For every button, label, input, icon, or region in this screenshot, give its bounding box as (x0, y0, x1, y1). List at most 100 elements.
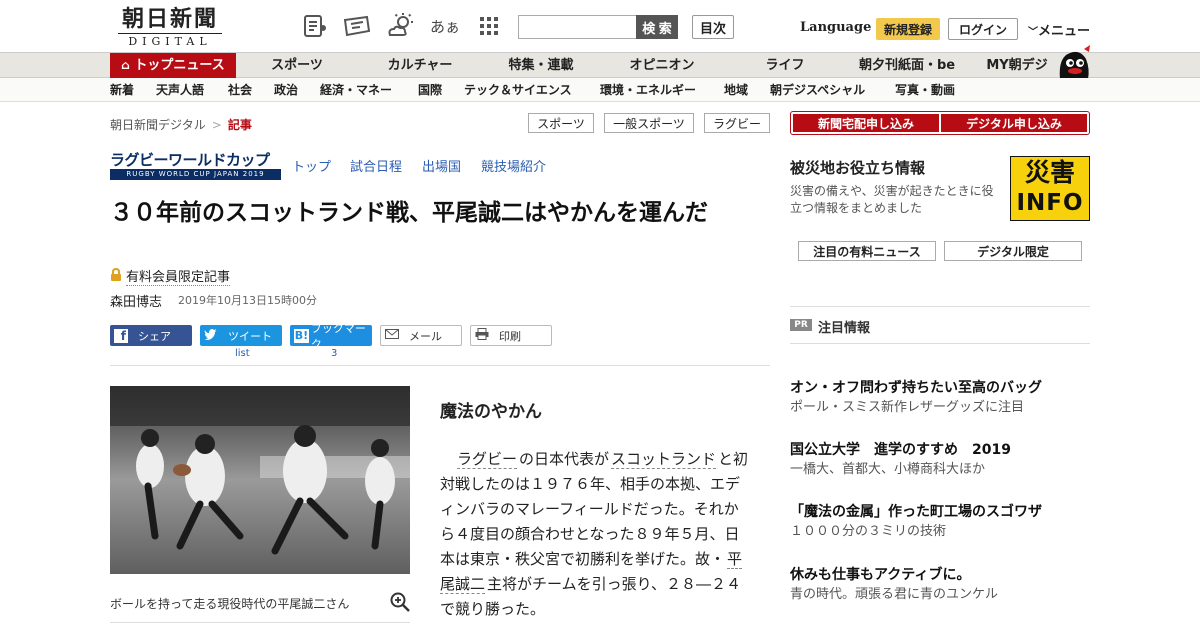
body-text-1: の日本代表が (519, 450, 610, 468)
rwc-link-countries[interactable]: 出場国 (422, 156, 461, 175)
table-of-contents-button[interactable]: 目次 (692, 15, 734, 39)
breadcrumb-current: 記事 (227, 118, 252, 132)
subscribe-digital-button[interactable]: デジタル申し込み (941, 114, 1087, 132)
nav-my-asadigi[interactable]: MY朝デジ (980, 53, 1054, 78)
weather-icon[interactable] (386, 12, 416, 40)
featured-item-subtitle: 青の時代。頑張る君に青のユンケル (790, 587, 999, 602)
primary-nav: ⌂ トップニュース スポーツ カルチャー 特集・連載 オピニオン ライフ 朝夕刊… (0, 45, 1200, 79)
rwc-link-schedule[interactable]: 試合日程 (350, 156, 402, 175)
divider (110, 365, 770, 366)
mascot-icon[interactable] (1056, 45, 1092, 79)
rwc-link-top[interactable]: トップ (292, 156, 331, 175)
digital-only-button[interactable]: デジタル限定 (944, 241, 1082, 261)
featured-item-title: 国公立大学 進学のすすめ 2019 (790, 442, 1011, 458)
featured-item-title: 休みも仕事もアクティブに。 (790, 567, 971, 583)
nav-culture[interactable]: カルチャー (380, 53, 460, 78)
language-link[interactable]: Language (800, 20, 871, 35)
nav2-society[interactable]: 社会 (228, 78, 252, 102)
twitter-list-link[interactable]: list (235, 348, 250, 359)
article-photo[interactable] (110, 386, 410, 574)
nav2-politics[interactable]: 政治 (274, 78, 298, 102)
zoom-in-icon[interactable] (390, 592, 410, 612)
nav-label: トップニュース (134, 58, 225, 73)
facebook-share-label: シェア (138, 329, 171, 343)
article-datetime: 2019年10月13日15時00分 (178, 294, 317, 307)
nav2-economy[interactable]: 経済・マネー (320, 78, 392, 102)
asahi-digital-logo[interactable]: 朝日新聞 DIGITAL (110, 6, 230, 48)
secondary-nav: 新着 天声人語 社会 政治 経済・マネー 国際 テック＆サイエンス 環境・エネル… (0, 78, 1200, 102)
login-button[interactable]: ログイン (948, 18, 1018, 40)
lock-icon (110, 267, 122, 285)
nav-sports[interactable]: スポーツ (262, 53, 332, 78)
featured-item-subtitle: １０００分の３ミリの技術 (790, 524, 947, 539)
featured-item[interactable]: 「魔法の金属」作った町工場のスゴワザ １０００分の３ミリの技術 (790, 502, 1090, 542)
keyword-link-rugby[interactable]: ラグビー (457, 450, 518, 469)
menu-label: メニュー (1038, 24, 1091, 39)
divider (110, 622, 410, 623)
nav2-tensei-jingo[interactable]: 天声人語 (156, 78, 204, 102)
divider (790, 306, 1090, 307)
featured-item[interactable]: 国公立大学 進学のすすめ 2019 一橋大、首都大、小樽商科大ほか (790, 440, 1090, 480)
rugby-world-cup-logo[interactable]: ラグビーワールドカップ RUGBY WORLD CUP JAPAN 2019 (110, 152, 281, 180)
divider (790, 343, 1090, 344)
nav2-photo-video[interactable]: 写真・動画 (895, 78, 955, 102)
featured-item-subtitle: ポール・スミス新作レザーグッズに注目 (790, 400, 1025, 415)
hatena-bookmark-count[interactable]: 3 (331, 348, 337, 359)
disaster-info-badge[interactable]: 災害 INFO (1010, 156, 1090, 221)
hatena-bookmark-button[interactable]: B! ブックマーク (290, 322, 372, 351)
app-grid-icon[interactable] (474, 12, 504, 40)
featured-paid-news-button[interactable]: 注目の有料ニュース (798, 241, 936, 261)
mail-share-label: メール (409, 329, 442, 343)
tag-rugby[interactable]: ラグビー (704, 113, 770, 133)
search-input[interactable] (518, 15, 636, 39)
nav-newspaper-be[interactable]: 朝夕刊紙面・be (852, 53, 962, 78)
nav-top-news[interactable]: ⌂ トップニュース (110, 53, 236, 78)
featured-item-subtitle: 一橋大、首都大、小樽商科大ほか (790, 462, 986, 477)
nav2-environment[interactable]: 環境・エネルギー (600, 78, 696, 102)
nav2-region[interactable]: 地域 (724, 78, 748, 102)
menu-button[interactable]: ﹀メニュー (1028, 20, 1090, 39)
paid-member-label: 有料会員限定記事 (126, 266, 231, 286)
search-button[interactable]: 検 索 (636, 15, 678, 39)
rwc-logo-title: ラグビーワールドカップ (110, 151, 270, 169)
subscribe-newspaper-button[interactable]: 新聞宅配申し込み (793, 114, 939, 132)
print-label: 印刷 (499, 329, 521, 343)
chevron-down-icon: ﹀ (1028, 27, 1038, 38)
body-text-3: 主将がチームを引っ張り、２８―２４で競り勝った。 (440, 575, 741, 618)
nav2-tech-science[interactable]: テック＆サイエンス (464, 78, 572, 102)
tag-sports[interactable]: スポーツ (528, 113, 594, 133)
featured-item-title: 「魔法の金属」作った町工場のスゴワザ (790, 504, 1042, 520)
article-section-heading: 魔法のやかん (440, 402, 542, 422)
mail-share-button[interactable]: メール (380, 325, 462, 346)
hatena-bookmark-label: ブックマーク (310, 321, 366, 351)
breadcrumb-home[interactable]: 朝日新聞デジタル (110, 118, 206, 132)
facebook-share-button[interactable]: f シェア (110, 325, 192, 346)
printer-icon (475, 328, 489, 343)
disaster-info-title[interactable]: 被災地お役立ち情報 (790, 157, 925, 178)
nav2-international[interactable]: 国際 (418, 78, 442, 102)
rwc-link-venues[interactable]: 競技場紹介 (481, 156, 546, 175)
print-button[interactable]: 印刷 (470, 325, 552, 346)
disaster-badge-info: INFO (1016, 190, 1084, 216)
featured-info-heading: 注目情報 (818, 321, 871, 336)
paid-member-badge: 有料会員限定記事 (110, 266, 231, 286)
register-button[interactable]: 新規登録 (876, 18, 940, 40)
mail-icon (385, 329, 399, 342)
tag-general-sports[interactable]: 一般スポーツ (604, 113, 694, 133)
nav2-special[interactable]: 朝デジスペシャル (770, 78, 865, 102)
ticket-icon[interactable] (342, 12, 372, 40)
nav-opinion[interactable]: オピニオン (620, 53, 704, 78)
twitter-bird-icon (204, 328, 218, 343)
twitter-tweet-button[interactable]: ツイート (200, 325, 282, 346)
article-body: ラグビー の日本代表が スコットランド と初対戦したのは１９７６年、相手の本拠、エディ… (440, 447, 750, 622)
keyword-link-scotland[interactable]: スコットランド (611, 450, 717, 469)
font-size-icon[interactable]: あぁ (430, 12, 460, 40)
disaster-info-description: 災害の備えや、災害が起きたときに役立つ情報をまとめました (790, 184, 994, 215)
featured-item[interactable]: 休みも仕事もアクティブに。 青の時代。頑張る君に青のユンケル (790, 565, 1090, 605)
nav-features[interactable]: 特集・連載 (500, 53, 582, 78)
newspaper-icon[interactable] (300, 12, 330, 40)
nav-life[interactable]: ライフ (756, 53, 814, 78)
nav2-latest[interactable]: 新着 (110, 78, 134, 102)
article-headline: ３０年前のスコットランド戦、平尾誠二はやかんを運んだ (110, 200, 708, 226)
featured-item[interactable]: オン・オフ問わず持ちたい至高のバッグ ポール・スミス新作レザーグッズに注目 (790, 378, 1090, 418)
